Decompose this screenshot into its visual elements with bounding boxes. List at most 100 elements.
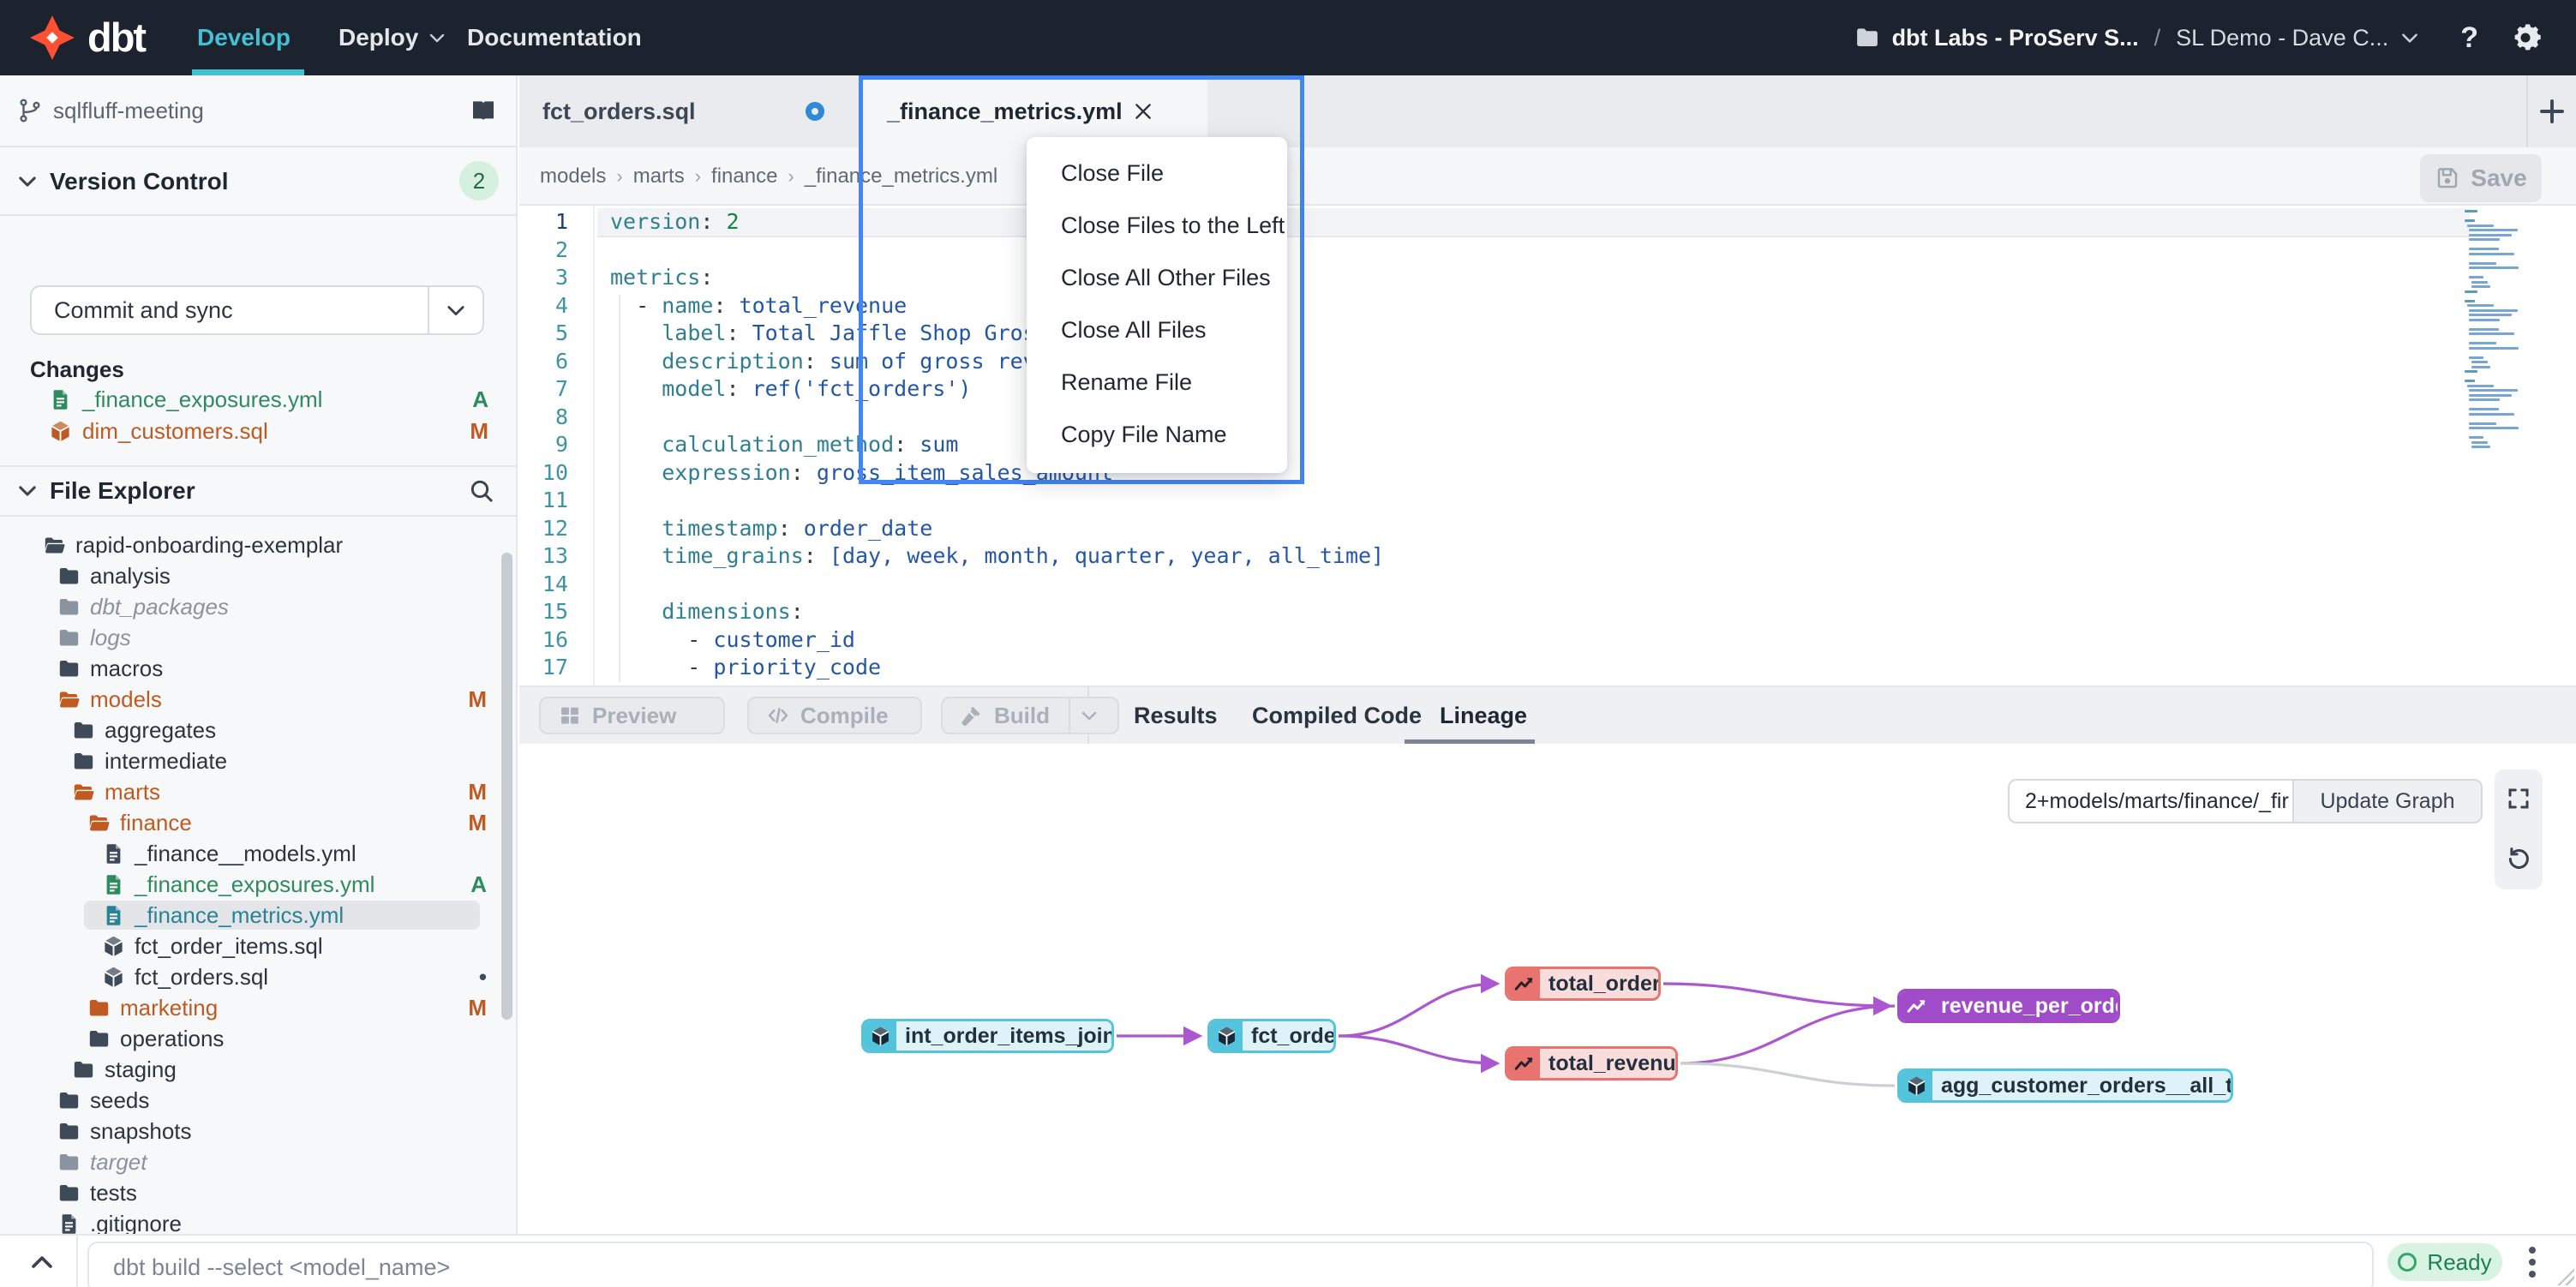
tree-item-tests[interactable]: tests	[0, 1177, 518, 1208]
commit-options-caret[interactable]	[428, 287, 482, 333]
menu-item-rename-file[interactable]: Rename File	[1027, 356, 1287, 409]
minimap-line	[2465, 422, 2523, 425]
overflow-menu-button[interactable]	[2526, 1245, 2538, 1279]
tree-item-dbt_packages[interactable]: dbt_packages	[0, 591, 518, 622]
lineage-node-int_order_items_joined[interactable]: int_order_items_joined	[861, 1019, 1114, 1053]
tree-item-label: snapshots	[90, 1118, 192, 1145]
menu-item-close-files-to-the-left[interactable]: Close Files to the Left	[1027, 200, 1287, 252]
tree-item-rapid-onboarding-exemplar[interactable]: rapid-onboarding-exemplar	[0, 530, 518, 560]
new-tab-button[interactable]	[2537, 96, 2567, 127]
lineage-node-revenue_per_order[interactable]: revenue_per_order	[1897, 989, 2120, 1023]
code-text	[568, 236, 610, 265]
tree-item-_finance__models.yml[interactable]: _finance__models.yml	[0, 838, 518, 869]
menu-item-close-file[interactable]: Close File	[1027, 147, 1287, 200]
change-row[interactable]: dim_customers.sqlM	[0, 416, 518, 447]
tree-item-_finance_metrics.yml[interactable]: _finance_metrics.yml	[0, 900, 518, 931]
minimap-line	[2465, 380, 2523, 382]
tree-item-operations[interactable]: operations	[0, 1023, 518, 1054]
tree-item-.gitignore[interactable]: .gitignore	[0, 1208, 518, 1234]
command-input[interactable]: dbt build --select <model_name>	[87, 1242, 2374, 1287]
tree-item-analysis[interactable]: analysis	[0, 560, 518, 591]
update-graph-button[interactable]: Update Graph	[2292, 779, 2483, 823]
lineage-node-fct_orders[interactable]: fct_orders	[1207, 1019, 1336, 1053]
code-text: time_grains: [day, week, month, quarter,…	[568, 542, 1384, 571]
code-token: label	[662, 320, 726, 345]
code-text: timestamp: order_date	[568, 515, 932, 543]
bottom-tab-compiled-code[interactable]: Compiled Code	[1252, 687, 1422, 744]
settings-gear-icon[interactable]	[2509, 21, 2542, 54]
code-text: description: sum of gross revenue	[568, 348, 1087, 376]
bottom-tab-lineage[interactable]: Lineage	[1440, 687, 1527, 744]
docs-book-icon[interactable]	[470, 97, 497, 124]
code-token: ref('fct_orders')	[752, 376, 972, 401]
tree-item-marketing[interactable]: marketingM	[0, 992, 518, 1023]
tree-item-intermediate[interactable]: intermediate	[0, 745, 518, 776]
change-row[interactable]: _finance_exposures.ymlA	[0, 384, 518, 416]
menu-item-close-all-other-files[interactable]: Close All Other Files	[1027, 252, 1287, 304]
search-icon[interactable]	[468, 477, 495, 505]
save-button[interactable]: Save	[2420, 154, 2542, 202]
minimap-line	[2465, 224, 2523, 227]
tree-item-fct_orders.sql[interactable]: fct_orders.sql•	[0, 961, 518, 992]
project-caret-icon[interactable]	[2399, 27, 2421, 49]
minimap-line	[2465, 361, 2523, 363]
chevron-down-icon	[15, 479, 39, 503]
nav-item-documentation[interactable]: Documentation	[467, 0, 642, 75]
version-control-header[interactable]: Version Control 2	[0, 147, 518, 214]
minimap-line	[2465, 281, 2523, 284]
tree-item-snapshots[interactable]: snapshots	[0, 1116, 518, 1146]
folder-open-icon	[87, 811, 111, 835]
nav-item-deploy[interactable]: Deploy	[338, 0, 447, 75]
bottom-tab-results[interactable]: Results	[1134, 687, 1218, 744]
help-button[interactable]: ?	[2460, 21, 2478, 55]
build-options-caret[interactable]	[1069, 698, 1108, 733]
compile-button[interactable]: Compile	[747, 697, 922, 734]
code-token: :	[894, 432, 920, 457]
tree-item-aggregates[interactable]: aggregates	[0, 715, 518, 745]
editor-minimap[interactable]	[2465, 210, 2523, 450]
tree-item-models[interactable]: modelsM	[0, 684, 518, 715]
build-button[interactable]: Build	[941, 697, 1119, 734]
code-text	[568, 404, 610, 432]
menu-item-copy-file-name[interactable]: Copy File Name	[1027, 409, 1287, 461]
brand-text: dbt	[87, 14, 145, 61]
editor-tab-fct_orders.sql[interactable]: fct_orders.sql	[519, 75, 860, 147]
sidebar-scrollbar[interactable]	[501, 553, 512, 1020]
line-number: 9	[519, 431, 568, 459]
folder-icon	[72, 1058, 95, 1081]
tree-item-marts[interactable]: martsM	[0, 776, 518, 807]
lineage-node-agg_customer_orders__all_time[interactable]: agg_customer_orders__all_time	[1897, 1069, 2233, 1103]
resize-grip[interactable]	[2555, 1266, 2574, 1285]
tree-item-staging[interactable]: staging	[0, 1054, 518, 1085]
project-name[interactable]: SL Demo - Dave C...	[2176, 25, 2388, 51]
ready-status-icon	[2398, 1253, 2417, 1272]
tree-item-fct_order_items.sql[interactable]: fct_order_items.sql	[0, 931, 518, 961]
tree-item-_finance_exposures.yml[interactable]: _finance_exposures.ymlA	[0, 869, 518, 900]
cube-icon	[49, 420, 72, 443]
code-token: expression	[662, 460, 791, 485]
code-editor[interactable]: 1version: 223metrics:4 - name: total_rev…	[519, 206, 2576, 685]
close-tab-icon[interactable]	[1132, 100, 1154, 123]
nav-item-develop[interactable]: Develop	[197, 0, 291, 75]
panel-toggle-chevron-up-icon[interactable]	[27, 1248, 57, 1277]
tree-item-seeds[interactable]: seeds	[0, 1085, 518, 1116]
tree-item-target[interactable]: target	[0, 1146, 518, 1177]
fullscreen-icon[interactable]	[2506, 786, 2531, 811]
preview-button[interactable]: Preview	[539, 697, 725, 734]
lineage-selector-input[interactable]: 2+models/marts/finance/_fir	[2008, 779, 2292, 823]
commit-and-sync-button[interactable]: Commit and sync	[30, 285, 484, 335]
tree-item-macros[interactable]: macros	[0, 653, 518, 684]
code-token: :	[700, 209, 726, 234]
tree-item-finance[interactable]: financeM	[0, 807, 518, 838]
minimap-line	[2465, 314, 2523, 316]
code-text: version: 2	[568, 208, 740, 236]
account-name[interactable]: dbt Labs - ProServ S...	[1892, 25, 2139, 51]
file-explorer-header[interactable]: File Explorer	[0, 467, 518, 517]
lineage-node-total_orders[interactable]: total_orders	[1505, 967, 1661, 1001]
minimap-line	[2465, 356, 2523, 359]
tree-item-logs[interactable]: logs	[0, 622, 518, 653]
dbt-logo[interactable]: dbt	[29, 14, 145, 61]
menu-item-close-all-files[interactable]: Close All Files	[1027, 304, 1287, 356]
lineage-node-total_revenue[interactable]: total_revenue	[1505, 1046, 1678, 1080]
reset-view-icon[interactable]	[2506, 844, 2531, 870]
